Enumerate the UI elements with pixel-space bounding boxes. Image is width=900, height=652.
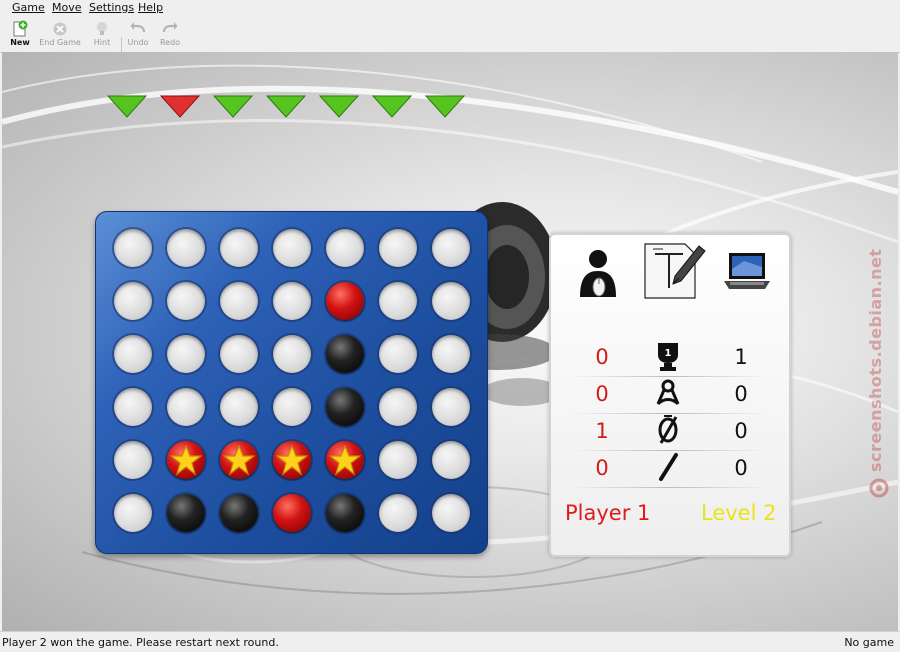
score-row-divider [569,487,769,488]
board-hole[interactable] [167,282,205,320]
board-hole[interactable] [114,282,152,320]
red-piece[interactable] [326,282,364,320]
board-hole[interactable] [114,388,152,426]
board-hole[interactable] [432,494,470,532]
board-hole[interactable] [379,229,417,267]
new-document-icon [13,20,28,37]
board-hole[interactable] [379,335,417,373]
computer-laptop-icon [724,253,770,289]
score-player2-3: 0 [734,419,748,443]
column-4-arrow[interactable] [265,95,307,118]
board-hole[interactable] [432,441,470,479]
score-row-divider [569,376,769,377]
end-game-icon [53,22,67,36]
menu-game[interactable]: Game [12,1,45,14]
board-hole[interactable] [220,335,258,373]
column-1-arrow[interactable] [106,95,148,118]
board-hole[interactable] [379,441,417,479]
star-icon [170,444,202,476]
column-3-arrow[interactable] [212,95,254,118]
black-piece[interactable] [167,494,205,532]
board-hole[interactable] [432,388,470,426]
debian-swirl-icon [869,478,889,498]
winning-red-piece[interactable] [220,441,258,479]
score-player2-1: 1 [734,345,748,369]
board-hole[interactable] [432,229,470,267]
star-icon [223,444,255,476]
redo-button[interactable]: Redo [144,18,196,47]
board-hole[interactable] [220,229,258,267]
trophy-icon: 1 [654,341,682,377]
draw-zero-icon [654,415,682,449]
menu-bar: Game Move Settings Help [0,0,900,16]
board-hole[interactable] [432,335,470,373]
toolbar: New End Game Hint Undo Redo [0,16,900,61]
column-5-arrow[interactable] [318,95,360,118]
black-piece[interactable] [326,335,364,373]
board-hole[interactable] [273,282,311,320]
status-bar: Player 2 won the game. Please restart ne… [0,631,900,652]
board-hole[interactable] [379,494,417,532]
board-hole[interactable] [326,229,364,267]
game-board[interactable] [95,211,488,554]
watermark-text: screenshots.debian.net [866,248,885,472]
column-6-arrow[interactable] [371,95,413,118]
svg-text:1: 1 [665,348,672,359]
menu-settings[interactable]: Settings [89,1,134,14]
slash-icon [654,452,682,486]
board-hole[interactable] [167,388,205,426]
board-hole[interactable] [114,335,152,373]
score-row-divider [569,413,769,414]
score-player1-4: 0 [595,456,609,480]
loss-ribbon-icon [654,378,682,412]
board-hole[interactable] [167,335,205,373]
winning-red-piece[interactable] [326,441,364,479]
watermark: screenshots.debian.net [864,248,898,512]
column-7-arrow[interactable] [424,95,466,118]
level-label: Level 2 [701,501,777,525]
redo-icon [162,22,178,33]
board-hole[interactable] [114,494,152,532]
black-piece[interactable] [220,494,258,532]
status-message: Player 2 won the game. Please restart ne… [2,636,279,649]
score-player1-1: 0 [595,345,609,369]
board-hole[interactable] [167,229,205,267]
black-piece[interactable] [326,388,364,426]
board-hole[interactable] [220,388,258,426]
menu-help[interactable]: Help [138,1,163,14]
board-hole[interactable] [379,282,417,320]
red-piece[interactable] [273,494,311,532]
status-right: No game [844,636,894,649]
paper-pencil-icon [641,240,709,300]
score-row-divider [569,450,769,451]
board-hole[interactable] [273,229,311,267]
column-arrows [106,95,466,118]
black-piece[interactable] [326,494,364,532]
score-panel: 0 1 1 0 0 1 0 0 0 Player 1 Level 2 [549,233,791,557]
score-player1-3: 1 [595,419,609,443]
board-hole[interactable] [114,441,152,479]
board-hole[interactable] [379,388,417,426]
lightbulb-icon [97,22,107,35]
game-scene: 0 1 1 0 0 1 0 0 0 Player 1 Level 2 screenshots.d… [2,52,898,631]
board-hole[interactable] [114,229,152,267]
redo-label: Redo [159,38,181,47]
winning-red-piece[interactable] [273,441,311,479]
star-icon [329,444,361,476]
score-player2-4: 0 [734,456,748,480]
board-hole[interactable] [273,335,311,373]
column-2-arrow[interactable] [159,95,201,118]
board-hole[interactable] [220,282,258,320]
player-label: Player 1 [565,501,651,525]
score-player1-2: 0 [595,382,609,406]
board-hole[interactable] [432,282,470,320]
score-player2-2: 0 [734,382,748,406]
menu-move[interactable]: Move [52,1,82,14]
winning-red-piece[interactable] [167,441,205,479]
star-icon [276,444,308,476]
board-hole[interactable] [273,388,311,426]
player-mouse-icon [580,250,616,297]
